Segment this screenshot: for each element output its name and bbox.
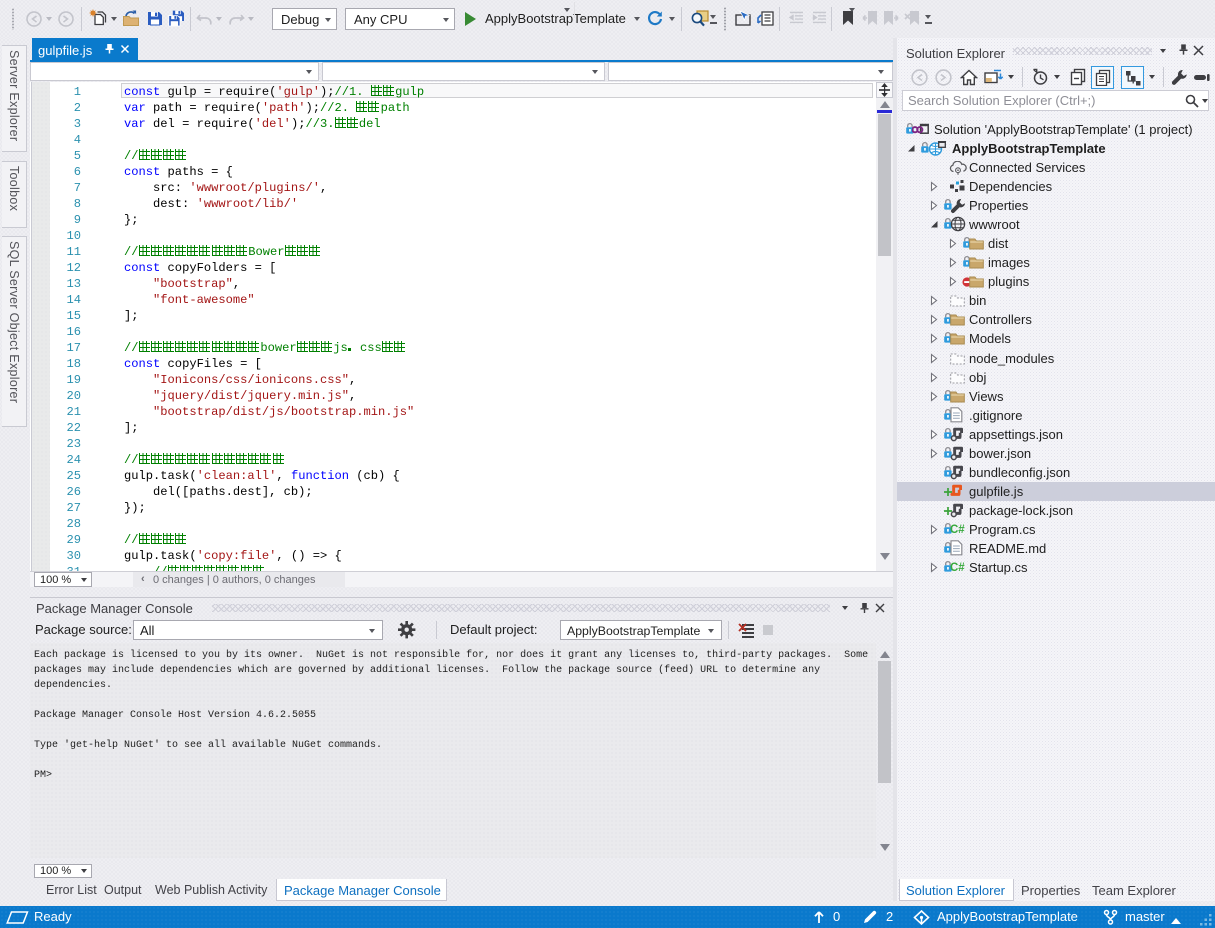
svg-text:C#: C# [950,562,965,573]
svg-text:C#: C# [950,524,965,535]
